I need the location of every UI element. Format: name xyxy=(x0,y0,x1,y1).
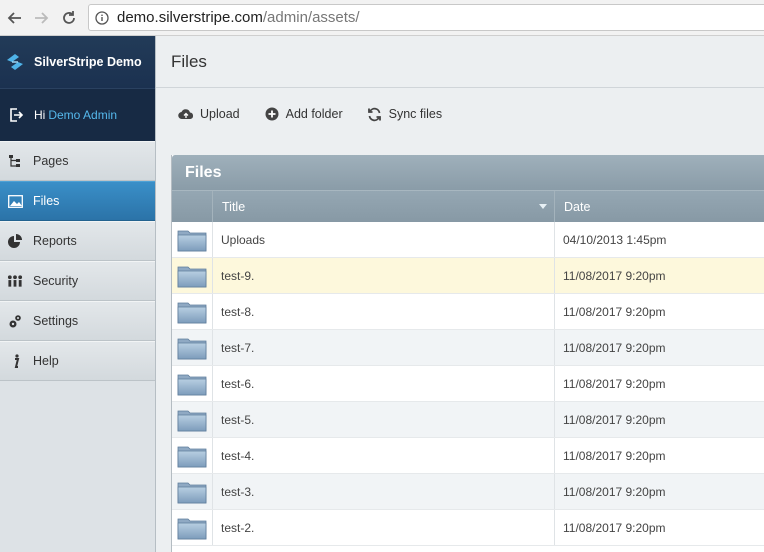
table-row[interactable]: test-6. 11/08/2017 9:20pm xyxy=(172,366,764,402)
header-title[interactable]: Title xyxy=(213,191,555,222)
greeting-text: Hi xyxy=(34,108,46,122)
row-date: 04/10/2013 1:45pm xyxy=(563,232,667,247)
menu-item-settings[interactable]: Settings xyxy=(0,301,155,341)
row-title: test-3. xyxy=(213,474,555,509)
menu-item-files[interactable]: Files xyxy=(0,181,155,221)
image-icon xyxy=(7,193,23,209)
folder-icon xyxy=(172,222,213,257)
gears-icon xyxy=(7,313,23,329)
user-bar: Hi Demo Admin xyxy=(0,88,155,141)
menu-label-pages: Pages xyxy=(33,154,69,168)
table-row[interactable]: test-3. 11/08/2017 9:20pm xyxy=(172,474,764,510)
row-date: 11/08/2017 9:20pm xyxy=(563,268,666,283)
sitetree-icon xyxy=(7,153,23,169)
user-profile-link[interactable]: Demo Admin xyxy=(48,108,117,122)
folder-icon xyxy=(172,366,213,401)
table-row[interactable]: test-9. 11/08/2017 9:20pm xyxy=(172,258,764,294)
folder-icon xyxy=(172,294,213,329)
grid-title: Files xyxy=(172,155,764,190)
row-date: 11/08/2017 9:20pm xyxy=(563,520,666,535)
sort-caret-icon xyxy=(539,204,547,209)
page-title: Files xyxy=(171,51,207,71)
header-icon-column xyxy=(172,191,213,222)
table-row[interactable]: test-2. 11/08/2017 9:20pm xyxy=(172,510,764,546)
plus-circle-icon xyxy=(264,106,280,122)
folder-icon xyxy=(172,330,213,365)
silverstripe-logo-icon xyxy=(4,51,26,73)
folder-icon xyxy=(172,510,213,545)
row-title: test-2. xyxy=(213,510,555,545)
row-title: test-9. xyxy=(213,258,555,293)
menu-label-help: Help xyxy=(33,354,59,368)
table-row[interactable]: test-7. 11/08/2017 9:20pm xyxy=(172,330,764,366)
table-row[interactable]: test-8. 11/08/2017 9:20pm xyxy=(172,294,764,330)
folder-icon xyxy=(172,258,213,293)
info-icon[interactable] xyxy=(95,10,109,25)
table-row[interactable]: Uploads 04/10/2013 1:45pm xyxy=(172,222,764,258)
sync-files-button[interactable]: Sync files xyxy=(367,106,443,122)
sync-icon xyxy=(367,106,383,122)
brand-header[interactable]: SilverStripe Demo xyxy=(0,36,155,88)
row-date: 11/08/2017 9:20pm xyxy=(563,484,666,499)
menu-label-settings: Settings xyxy=(33,314,79,328)
header-title-label: Title xyxy=(222,199,246,214)
row-title: Uploads xyxy=(213,222,555,257)
main-content: Files Upload Add folder Sync files Files xyxy=(156,36,764,552)
row-date: 11/08/2017 9:20pm xyxy=(563,340,666,355)
grid-body: Uploads 04/10/2013 1:45pm test-9. 11/08/20… xyxy=(172,222,764,546)
row-title: test-5. xyxy=(213,402,555,437)
add-folder-label: Add folder xyxy=(285,107,343,121)
sync-files-label: Sync files xyxy=(388,107,443,121)
info-italic-icon xyxy=(7,353,23,369)
menu-label-files: Files xyxy=(33,194,60,208)
cloud-upload-icon xyxy=(178,106,194,122)
add-folder-button[interactable]: Add folder xyxy=(264,106,343,122)
url-path: /admin/assets/ xyxy=(262,9,360,26)
row-title: test-7. xyxy=(213,330,555,365)
url-host: demo.silverstripe.com xyxy=(117,9,263,26)
grid-header-row: Title Date xyxy=(172,190,764,222)
users-icon xyxy=(7,273,23,289)
back-arrow-icon[interactable] xyxy=(4,7,26,29)
cms-sidebar: SilverStripe Demo Hi Demo Admin Pages Fi… xyxy=(0,36,156,552)
menu-label-security: Security xyxy=(33,274,79,288)
row-title: test-8. xyxy=(213,294,555,329)
row-date: 11/08/2017 9:20pm xyxy=(563,304,666,319)
logout-icon[interactable] xyxy=(8,107,24,123)
files-toolbar: Upload Add folder Sync files xyxy=(156,88,764,140)
menu-item-help[interactable]: Help xyxy=(0,341,155,381)
forward-arrow-icon[interactable] xyxy=(30,7,52,29)
row-date: 11/08/2017 9:20pm xyxy=(563,376,666,391)
upload-label: Upload xyxy=(200,107,240,121)
browser-toolbar: demo.silverstripe.com/admin/assets/ xyxy=(0,0,764,36)
menu-label-reports: Reports xyxy=(33,234,77,248)
menu-item-pages[interactable]: Pages xyxy=(0,141,155,181)
folder-icon xyxy=(172,402,213,437)
row-title: test-4. xyxy=(213,438,555,473)
header-date-label: Date xyxy=(564,199,591,214)
reload-icon[interactable] xyxy=(58,7,80,29)
table-row[interactable]: test-4. 11/08/2017 9:20pm xyxy=(172,438,764,474)
row-date: 11/08/2017 9:20pm xyxy=(563,412,666,427)
pie-chart-icon xyxy=(7,233,23,249)
main-menu: Pages Files Reports Security Settings He… xyxy=(0,141,155,381)
folder-icon xyxy=(172,474,213,509)
row-date: 11/08/2017 9:20pm xyxy=(563,448,666,463)
page-header: Files xyxy=(156,36,764,88)
folder-icon xyxy=(172,438,213,473)
menu-item-reports[interactable]: Reports xyxy=(0,221,155,261)
address-bar[interactable]: demo.silverstripe.com/admin/assets/ xyxy=(88,4,764,31)
files-gridfield: Files Title Date Uploads 04/10/2013 1:45p… xyxy=(171,155,764,552)
header-date[interactable]: Date xyxy=(555,191,764,222)
menu-item-security[interactable]: Security xyxy=(0,261,155,301)
upload-button[interactable]: Upload xyxy=(178,106,240,122)
row-title: test-6. xyxy=(213,366,555,401)
table-row[interactable]: test-5. 11/08/2017 9:20pm xyxy=(172,402,764,438)
brand-name: SilverStripe Demo xyxy=(34,55,142,69)
